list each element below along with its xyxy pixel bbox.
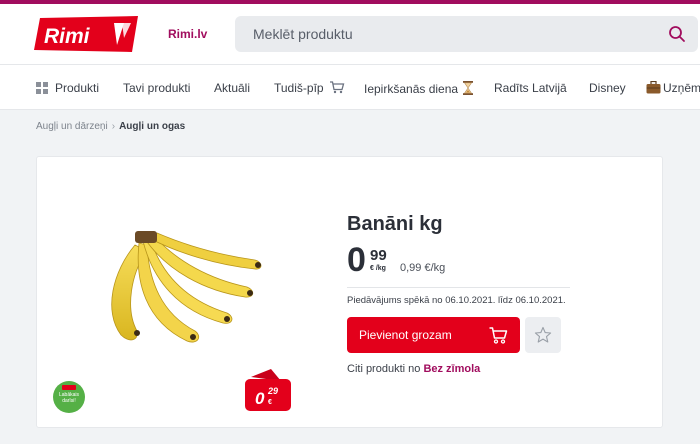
- offer-validity: Piedāvājums spēkā no 06.10.2021. līdz 06…: [347, 295, 566, 306]
- breadcrumb: Augļi un dārzeņi › Augļi un ogas: [36, 121, 185, 132]
- breadcrumb-item[interactable]: Augļi un dārzeņi: [36, 121, 108, 132]
- price-cents: 99: [370, 247, 387, 264]
- unit-price: 0,99 €/kg: [400, 262, 446, 274]
- add-to-cart-label: Pievienot grozam: [359, 328, 452, 342]
- main-nav: Produkti Tavi produkti Aktuāli Tudiš-pīp…: [0, 64, 700, 110]
- nav-item-aktuali[interactable]: Aktuāli: [214, 81, 250, 95]
- grid-icon: [36, 82, 48, 94]
- brand-link[interactable]: Bez zīmola: [423, 363, 480, 375]
- cart-icon: [329, 81, 345, 94]
- quality-badge-text: Labākais darīsi!: [58, 392, 79, 404]
- search-input[interactable]: Meklēt produktu: [235, 16, 698, 52]
- add-to-cart-button[interactable]: Pievienot grozam: [347, 317, 520, 353]
- nav-item-uznem-label: Uzņēm: [663, 81, 700, 95]
- price-tag-currency: €: [268, 399, 272, 406]
- header: Rimi Rimi.lv Meklēt produktu: [0, 4, 700, 64]
- divider: [347, 287, 570, 288]
- price-unit: € /kg: [370, 265, 386, 272]
- price-tag-badge: 0 29 €: [245, 369, 291, 411]
- briefcase-icon: [646, 81, 661, 94]
- star-icon: [534, 326, 552, 343]
- hourglass-icon: [463, 81, 474, 95]
- logo-text: Rimi: [44, 25, 91, 48]
- search-placeholder: Meklēt produktu: [253, 26, 353, 42]
- nav-item-tudis-pip[interactable]: Tudiš-pīp: [274, 81, 345, 95]
- product-card: Labākais darīsi! 0 29 € Banāni kg 0 99 €…: [36, 156, 663, 428]
- price-tag-cents: 29: [267, 386, 278, 396]
- other-products-prefix: Citi produkti no: [347, 363, 421, 375]
- nav-item-iepirksanas-diena-label: Iepirkšanās diena: [364, 82, 459, 96]
- nav-item-iepirksanas-diena[interactable]: Iepirkšanās diena: [364, 81, 474, 96]
- product-image: [111, 231, 262, 343]
- nav-item-tudis-pip-label: Tudiš-pīp: [274, 81, 324, 95]
- nav-item-tavi-produkti[interactable]: Tavi produkti: [123, 81, 190, 95]
- breadcrumb-current: Augļi un ogas: [119, 121, 186, 132]
- rimi-logo[interactable]: Rimi: [34, 16, 138, 52]
- chevron-right-icon: ›: [111, 121, 116, 132]
- nav-item-radits-latvija[interactable]: Radīts Latvijā: [494, 81, 567, 95]
- cart-icon: [489, 327, 508, 344]
- nav-item-produkti[interactable]: Produkti: [55, 81, 99, 95]
- favorite-button[interactable]: [525, 317, 561, 353]
- price-tag-euros: 0: [255, 389, 265, 408]
- product-title: Banāni kg: [347, 213, 443, 235]
- other-products: Citi produkti no Bez zīmola: [347, 363, 480, 375]
- nav-item-uznem[interactable]: Uzņēm: [646, 81, 700, 95]
- nav-item-disney[interactable]: Disney: [589, 81, 626, 95]
- quality-badge: Labākais darīsi!: [53, 381, 85, 413]
- search-icon[interactable]: [668, 25, 686, 43]
- price-euros: 0: [347, 241, 366, 279]
- site-link[interactable]: Rimi.lv: [168, 27, 207, 41]
